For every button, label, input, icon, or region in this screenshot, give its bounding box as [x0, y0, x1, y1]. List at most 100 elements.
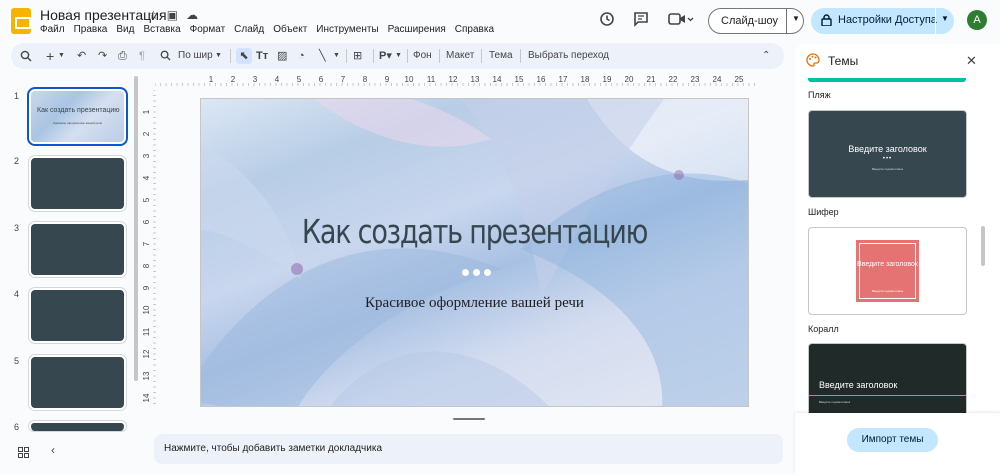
ruler-tick-label: 10 — [142, 305, 151, 314]
ruler-tick-label: 15 — [515, 75, 524, 84]
flower-background-image — [201, 99, 748, 406]
menu-slide[interactable]: Слайд — [234, 24, 264, 35]
slides-logo-icon[interactable] — [11, 8, 31, 34]
slide-thumbnail-5[interactable] — [28, 354, 127, 411]
ruler-tick-label: 1 — [142, 109, 151, 114]
menu-tools[interactable]: Инструменты — [316, 24, 378, 35]
pen-caret-icon[interactable]: ▼ — [395, 48, 402, 64]
slide-thumbnail-1[interactable]: Как создать презентацию Красивое оформле… — [27, 87, 128, 146]
slide-thumbnail-4[interactable] — [28, 287, 127, 344]
undo-icon[interactable]: ↶ — [77, 48, 86, 64]
ruler-tick-label: 17 — [559, 75, 568, 84]
slide-subtitle[interactable]: Красивое оформление вашей речи — [201, 295, 748, 312]
palette-icon — [806, 53, 820, 67]
comment-icon[interactable] — [632, 10, 650, 28]
themes-scrollbar[interactable] — [981, 226, 985, 266]
slideshow-button[interactable]: Слайд-шоу ▼ — [708, 8, 804, 34]
layout-button[interactable]: Макет — [446, 48, 474, 64]
slide-thumbnail-6[interactable] — [28, 420, 127, 432]
zoom-icon[interactable] — [160, 48, 171, 64]
transition-button[interactable]: Выбрать переход — [528, 48, 609, 64]
zoom-select[interactable]: По шир — [178, 48, 213, 64]
menu-file[interactable]: Файл — [40, 24, 65, 35]
slide-canvas[interactable]: Как создать презентацию Красивое оформле… — [200, 98, 749, 407]
zoom-dropdown-icon[interactable]: ▼ — [215, 48, 222, 64]
line-dropdown-icon[interactable]: ▼ — [333, 48, 340, 64]
speaker-notes-placeholder: Нажмите, чтобы добавить заметки докладчи… — [164, 443, 383, 454]
text-box-icon[interactable]: Tт — [256, 48, 268, 64]
theme-preview-beach[interactable] — [808, 78, 966, 82]
grid-view-icon[interactable] — [18, 445, 29, 463]
import-theme-button[interactable]: Импорт темы — [847, 428, 938, 452]
redo-icon[interactable]: ↷ — [98, 48, 107, 64]
search-menus-icon[interactable] — [20, 48, 32, 64]
theme-heading: Введите заголовок — [848, 144, 927, 154]
menu-insert[interactable]: Вставка — [143, 24, 180, 35]
theme-name: Пляж — [808, 90, 831, 100]
divider — [786, 9, 787, 33]
ruler-tick-label: 7 — [142, 241, 151, 246]
thumb-title: Как создать презентацию — [37, 107, 120, 114]
menu-view[interactable]: Вид — [116, 24, 134, 35]
slideshow-dropdown-icon[interactable]: ▼ — [792, 14, 800, 23]
line-icon[interactable]: ╲ — [319, 48, 326, 64]
ruler-tick-label: 13 — [471, 75, 480, 84]
themes-panel: Темы ✕ Пляж Введите заголовок ••• Введит… — [795, 44, 1000, 475]
theme-preview-coral[interactable]: Введите заголовок Введите подзаголовок — [808, 227, 967, 315]
add-comment-icon[interactable]: ⊞ — [353, 48, 362, 64]
ruler-tick-label: 5 — [142, 197, 151, 202]
slide-title[interactable]: Как создать презентацию — [250, 212, 699, 251]
paint-format-icon[interactable]: ¶ — [139, 48, 145, 64]
menu-object[interactable]: Объект — [273, 24, 307, 35]
slide-thumbnail-3[interactable] — [28, 221, 127, 278]
print-icon[interactable]: ⎙ — [118, 48, 127, 64]
pen-dropdown-icon[interactable]: P▾ — [379, 48, 392, 64]
meet-icon[interactable] — [666, 10, 696, 28]
filmstrip-scrollbar[interactable] — [134, 76, 138, 381]
shape-icon[interactable]: ◔ — [298, 48, 305, 64]
star-icon[interactable]: ☆ — [148, 8, 159, 22]
menu-help[interactable]: Справка — [455, 24, 494, 35]
select-tool-icon[interactable]: ⬉ — [236, 48, 252, 64]
collapse-filmstrip-icon[interactable]: ‹ — [51, 443, 55, 457]
menu-extensions[interactable]: Расширения — [388, 24, 446, 35]
ruler-tick-label: 21 — [647, 75, 656, 84]
background-button[interactable]: Фон — [413, 48, 432, 64]
menu-edit[interactable]: Правка — [74, 24, 108, 35]
divider — [346, 49, 347, 63]
divider — [373, 49, 374, 63]
title-icons: ☆ ▣ ☁ — [148, 8, 198, 22]
move-folder-icon[interactable]: ▣ — [167, 8, 178, 22]
notes-resize-handle[interactable] — [453, 418, 485, 420]
slide-thumbnail-2[interactable] — [28, 155, 127, 212]
ruler-tick-label: 3 — [253, 75, 258, 84]
theme-preview-slate[interactable]: Введите заголовок ••• Введите подзаголов… — [808, 110, 967, 198]
ruler-tick-label: 16 — [537, 75, 546, 84]
theme-name: Коралл — [808, 324, 839, 334]
image-icon[interactable]: ▨ — [277, 48, 287, 64]
cloud-status-icon[interactable]: ☁ — [186, 8, 198, 22]
ruler-tick-label: 8 — [363, 75, 368, 84]
avatar[interactable]: A — [967, 10, 987, 30]
theme-subheading: Введите подзаголовок — [871, 167, 904, 171]
speaker-notes[interactable]: Нажмите, чтобы добавить заметки докладчи… — [154, 434, 783, 464]
themes-title: Темы — [828, 54, 859, 68]
thumb-subtitle: Красивое оформление вашей речи — [53, 121, 103, 125]
ruler-tick-label: 1 — [209, 75, 214, 84]
share-dropdown-icon[interactable]: ▼ — [941, 14, 949, 23]
divider — [520, 49, 521, 63]
history-icon[interactable] — [598, 10, 616, 28]
close-icon[interactable]: ✕ — [966, 53, 977, 69]
horizontal-ruler: 1 2 3 4 5 6 7 8 9 10 11 12 13 14 15 16 17 18 19 20 21 22 23 24 2… — [155, 75, 755, 86]
new-slide-dropdown-icon[interactable]: ▼ — [58, 48, 65, 64]
slide-number: 3 — [14, 223, 20, 233]
ruler-tick-label: 14 — [142, 393, 151, 402]
ruler-tick-label: 9 — [385, 75, 390, 84]
collapse-toolbar-icon[interactable]: ⌃ — [762, 48, 770, 64]
coral-title-box: Введите заголовок Введите подзаголовок — [856, 240, 919, 302]
menu-format[interactable]: Формат — [190, 24, 226, 35]
new-slide-icon[interactable]: + — [46, 48, 54, 64]
ruler-tick-label: 13 — [142, 371, 151, 380]
share-button[interactable]: Настройки Доступа ▼ — [811, 8, 954, 34]
theme-button[interactable]: Тема — [489, 48, 513, 64]
